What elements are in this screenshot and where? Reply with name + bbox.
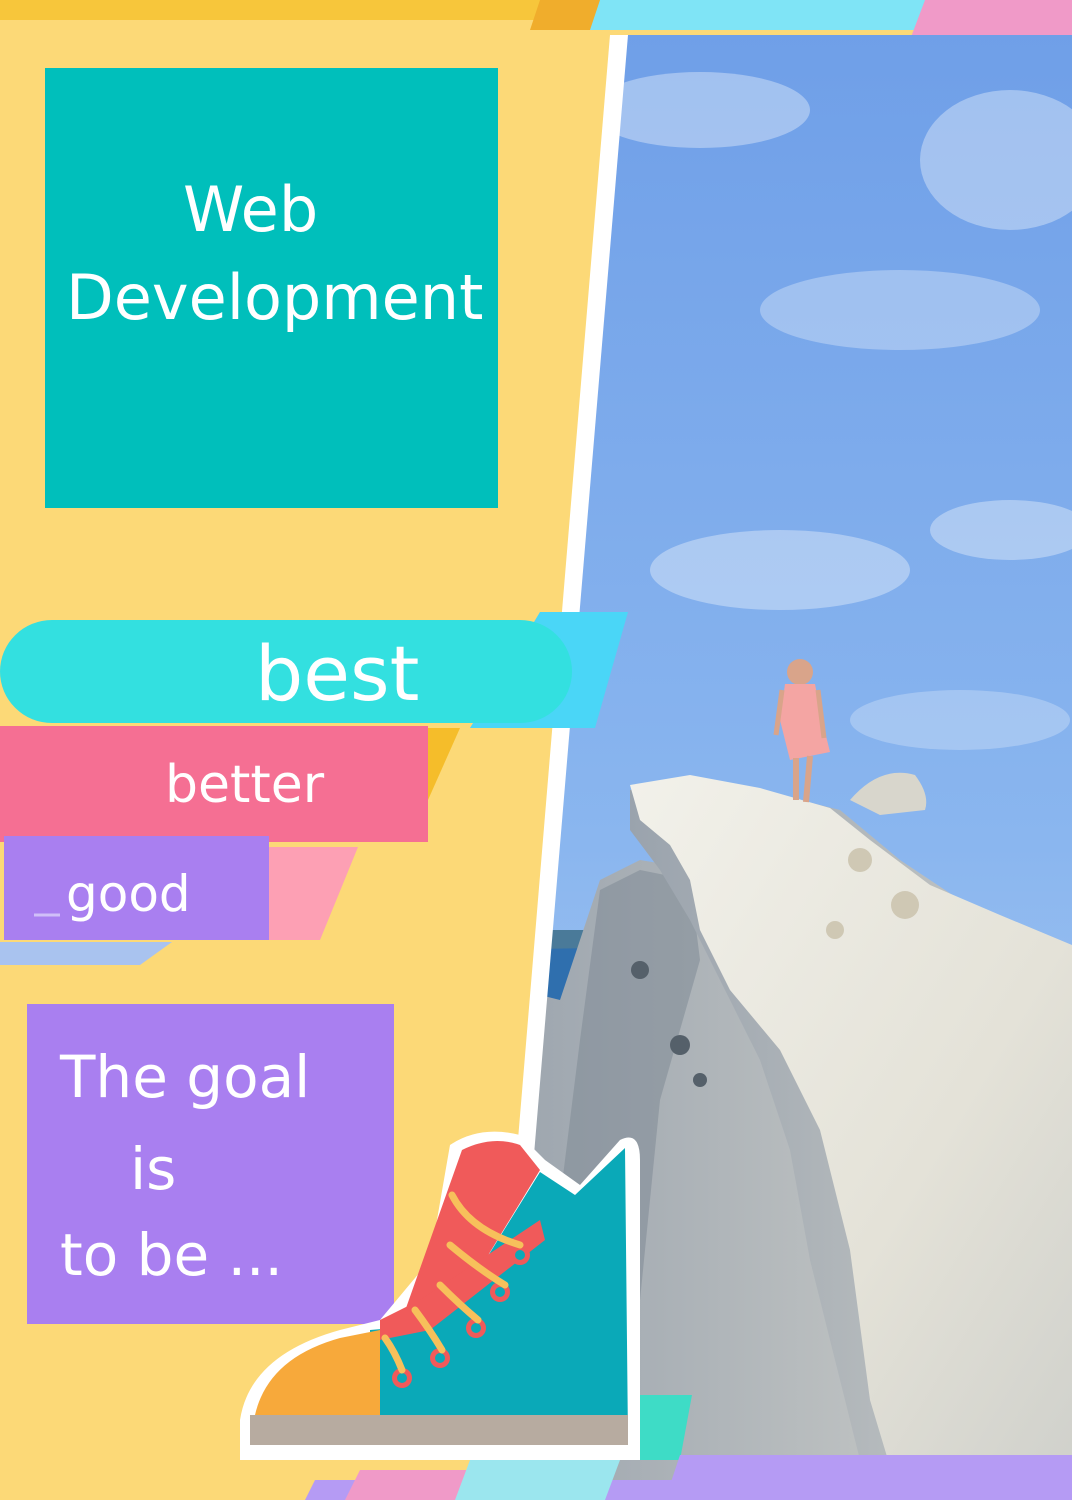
goal-line3: to be ... bbox=[60, 1221, 283, 1289]
goal-line1: The goal bbox=[60, 1043, 311, 1111]
poster: Web Development best better good The goa… bbox=[0, 0, 1072, 1500]
best-label: best bbox=[255, 629, 420, 718]
better-label: better bbox=[165, 755, 325, 815]
headline-line1: Web bbox=[183, 173, 319, 246]
goal-line2: is bbox=[130, 1135, 177, 1203]
headline-line2: Development bbox=[66, 261, 484, 334]
good-label: good bbox=[66, 865, 191, 923]
top-cyan-strip bbox=[590, 0, 930, 30]
